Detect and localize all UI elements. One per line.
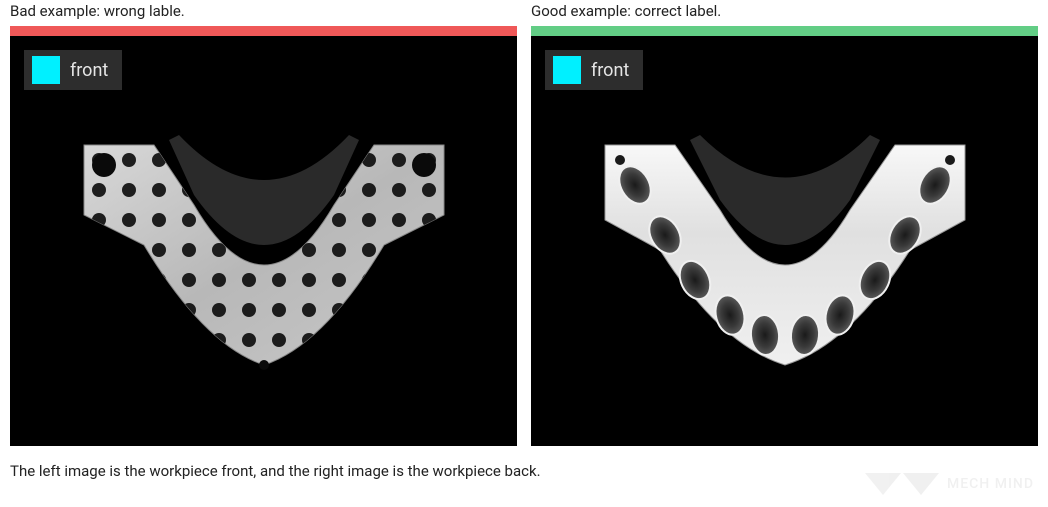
workpiece-front-image — [54, 85, 474, 385]
bad-label-tag: front — [24, 50, 122, 90]
good-example: Good example: correct label. front — [531, 2, 1038, 446]
bad-example-title: Bad example: wrong lable. — [10, 2, 517, 20]
caption-text: The left image is the workpiece front, a… — [0, 446, 1048, 480]
label-swatch — [553, 56, 581, 84]
good-status-bar — [531, 26, 1038, 36]
label-swatch — [32, 56, 60, 84]
document-container: Bad example: wrong lable. front — [0, 0, 1048, 480]
bad-status-bar — [10, 26, 517, 36]
bad-label-text: front — [70, 60, 108, 81]
bad-example: Bad example: wrong lable. front — [10, 2, 517, 446]
good-image-panel: front — [531, 36, 1038, 446]
examples-row: Bad example: wrong lable. front — [0, 0, 1048, 446]
good-example-title: Good example: correct label. — [531, 2, 1038, 20]
good-label-text: front — [591, 60, 629, 81]
bad-image-panel: front — [10, 36, 517, 446]
workpiece-back-image — [575, 85, 995, 385]
good-label-tag: front — [545, 50, 643, 90]
